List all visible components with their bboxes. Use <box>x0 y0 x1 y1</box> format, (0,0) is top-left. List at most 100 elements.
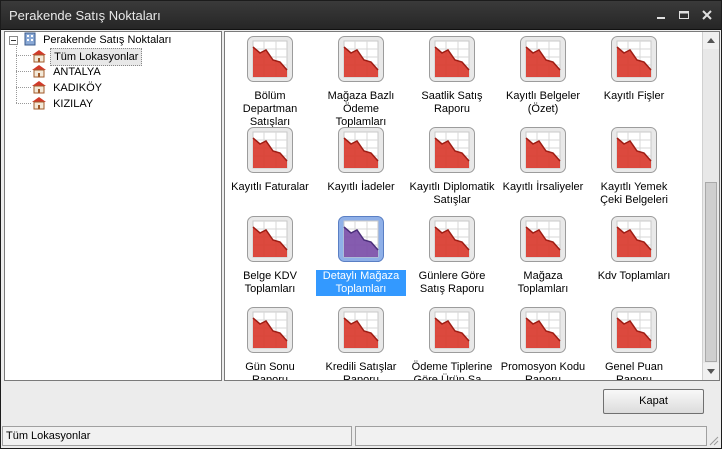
report-item[interactable]: Kayıtlı İrsaliyeler <box>498 126 588 194</box>
arrow-up-icon <box>707 38 715 43</box>
report-item-label: Promosyon Kodu Raporu <box>500 361 586 381</box>
tree-connector <box>16 71 31 72</box>
report-item-label: Mağaza Bazlı Ödeme Toplamları <box>327 90 395 128</box>
report-item[interactable]: Belge KDV Toplamları <box>225 215 315 296</box>
tree-collapse-toggle[interactable] <box>9 36 18 45</box>
report-chart-icon <box>520 216 566 262</box>
report-chart-icon <box>247 127 293 173</box>
report-item-label: Kdv Toplamları <box>597 270 671 282</box>
tree-item-label: KIZILAY <box>53 98 94 110</box>
report-item[interactable]: Kayıtlı İadeler <box>316 126 406 194</box>
report-chart-icon <box>429 216 475 262</box>
report-item-label: Kayıtlı Fişler <box>603 90 665 102</box>
report-item-label: Kayıtlı Diplomatik Satışlar <box>409 181 495 206</box>
report-item[interactable]: Kayıtlı Faturalar <box>225 126 315 194</box>
scroll-thumb[interactable] <box>705 182 717 362</box>
button-bar: Kapat <box>4 383 720 423</box>
report-item-label: Bölüm Departman Satışları <box>242 90 298 128</box>
report-chart-icon <box>429 36 475 82</box>
report-window: Perakende Satış Noktaları Perakende Satı… <box>0 0 722 449</box>
report-chart-icon <box>338 216 384 262</box>
arrow-down-icon <box>707 369 715 374</box>
report-item[interactable]: Kayıtlı Diplomatik Satışlar <box>407 126 497 207</box>
report-item-label: Gün Sonu Raporu <box>245 361 295 381</box>
building-icon <box>24 32 36 46</box>
scroll-up-button[interactable] <box>703 32 719 49</box>
report-chart-icon <box>520 36 566 82</box>
report-item-label: Genel Puan Raporu <box>604 361 664 381</box>
minimize-button[interactable] <box>654 9 668 21</box>
report-item-label: Saatlik Satış Raporu <box>421 90 483 115</box>
report-item-label: Kayıtlı Yemek Çeki Belgeleri <box>600 181 668 206</box>
report-item[interactable]: Gün Sonu Raporu <box>225 306 315 381</box>
tree-root[interactable]: Perakende Satış Noktaları <box>23 32 174 48</box>
report-list[interactable]: Bölüm Departman Satışları Mağaza Bazlı Öd… <box>224 31 720 381</box>
resize-grip-icon[interactable] <box>707 434 719 446</box>
status-location: Tüm Lokasyonlar <box>2 426 352 446</box>
tree-connector <box>16 55 31 56</box>
report-chart-icon <box>429 127 475 173</box>
tree-item-antalya[interactable]: ANTALYA <box>31 64 104 80</box>
report-item[interactable]: Günlere Göre Satış Raporu <box>407 215 497 296</box>
report-item[interactable]: Saatlik Satış Raporu <box>407 35 497 116</box>
report-chart-icon <box>429 307 475 353</box>
report-item[interactable]: Ödeme Tiplerine Göre Ürün Sa... <box>407 306 497 381</box>
tree-connector <box>16 103 31 104</box>
tree-connector <box>16 87 31 88</box>
report-item-label: Detaylı Mağaza Toplamları <box>316 270 406 296</box>
close-button[interactable]: Kapat <box>603 389 704 414</box>
report-item[interactable]: Mağaza Bazlı Ödeme Toplamları <box>316 35 406 129</box>
report-item-label: Belge KDV Toplamları <box>243 270 297 295</box>
vertical-scrollbar[interactable] <box>702 32 719 380</box>
report-chart-icon <box>338 307 384 353</box>
minimize-icon <box>657 17 665 19</box>
tree-root-label: Perakende Satış Noktaları <box>43 34 172 46</box>
report-item-label: Kayıtlı Faturalar <box>231 181 309 193</box>
report-item[interactable]: Kayıtlı Fişler <box>589 35 679 103</box>
report-chart-icon <box>338 127 384 173</box>
report-item[interactable]: Promosyon Kodu Raporu <box>498 306 588 381</box>
report-chart-icon <box>520 307 566 353</box>
report-item[interactable]: Bölüm Departman Satışları <box>225 35 315 129</box>
report-item-label: Kayıtlı İadeler <box>327 181 395 193</box>
maximize-icon <box>679 11 689 19</box>
store-icon <box>32 81 46 94</box>
tree-item-label: KADIKÖY <box>53 82 102 94</box>
report-item-label: Kredili Satışlar Raporu <box>325 361 397 381</box>
content-area: Perakende Satış Noktaları Tüm Lokasyonla… <box>4 31 720 381</box>
report-item[interactable]: Genel Puan Raporu <box>589 306 679 381</box>
close-icon <box>702 10 712 20</box>
store-icon <box>32 50 46 63</box>
store-icon <box>32 97 46 110</box>
report-chart-icon <box>520 127 566 173</box>
store-icon <box>32 65 46 78</box>
report-item-label: Mağaza Toplamları <box>517 270 569 295</box>
report-item[interactable]: Kayıtlı Yemek Çeki Belgeleri <box>589 126 679 207</box>
close-window-button[interactable] <box>700 9 714 21</box>
report-item[interactable]: Detaylı Mağaza Toplamları <box>316 215 406 296</box>
report-item-label: Ödeme Tiplerine Göre Ürün Sa... <box>411 361 493 381</box>
tree-item-kadikoy[interactable]: KADIKÖY <box>31 80 105 96</box>
report-chart-icon <box>611 36 657 82</box>
status-bar: Tüm Lokasyonlar <box>1 425 721 448</box>
maximize-button[interactable] <box>677 9 691 21</box>
report-item[interactable]: Kredili Satışlar Raporu <box>316 306 406 381</box>
report-item[interactable]: Mağaza Toplamları <box>498 215 588 296</box>
report-chart-icon <box>611 307 657 353</box>
window-title: Perakende Satış Noktaları <box>9 8 161 23</box>
status-pane-empty <box>355 426 707 446</box>
report-item[interactable]: Kdv Toplamları <box>589 215 679 283</box>
report-item-label: Kayıtlı İrsaliyeler <box>502 181 584 193</box>
tree-item-kizilay[interactable]: KIZILAY <box>31 96 96 112</box>
location-tree[interactable]: Perakende Satış Noktaları Tüm Lokasyonla… <box>4 31 222 381</box>
tree-item-tum-lokasyonlar[interactable]: Tüm Lokasyonlar <box>31 48 143 66</box>
report-chart-icon <box>247 307 293 353</box>
report-chart-icon <box>611 127 657 173</box>
report-chart-icon <box>247 36 293 82</box>
report-item-label: Kayıtlı Belgeler (Özet) <box>506 90 580 115</box>
report-item[interactable]: Kayıtlı Belgeler (Özet) <box>498 35 588 116</box>
scroll-down-button[interactable] <box>703 363 719 380</box>
title-bar[interactable]: Perakende Satış Noktaları <box>1 1 721 30</box>
report-chart-icon <box>338 36 384 82</box>
tree-item-label: ANTALYA <box>53 66 101 78</box>
